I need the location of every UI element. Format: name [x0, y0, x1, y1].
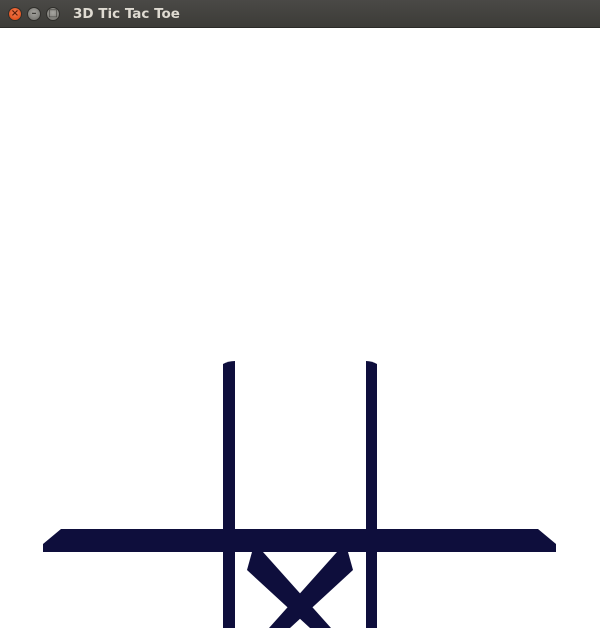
close-icon[interactable]: ×	[8, 7, 22, 21]
board-vertical-line-right	[366, 361, 377, 628]
board-horizontal-line	[43, 529, 556, 552]
maximize-icon[interactable]: □	[46, 7, 60, 21]
window-title: 3D Tic Tac Toe	[73, 6, 180, 22]
app-window: × – □ 3D Tic Tac Toe	[0, 0, 600, 628]
game-viewport[interactable]	[0, 28, 600, 628]
title-bar[interactable]: × – □ 3D Tic Tac Toe	[0, 0, 600, 28]
board-canvas[interactable]	[0, 28, 600, 628]
minimize-icon[interactable]: –	[27, 7, 41, 21]
board-vertical-line-left	[223, 361, 235, 628]
tic-tac-toe-board	[43, 361, 556, 628]
x-piece[interactable]	[247, 552, 353, 628]
